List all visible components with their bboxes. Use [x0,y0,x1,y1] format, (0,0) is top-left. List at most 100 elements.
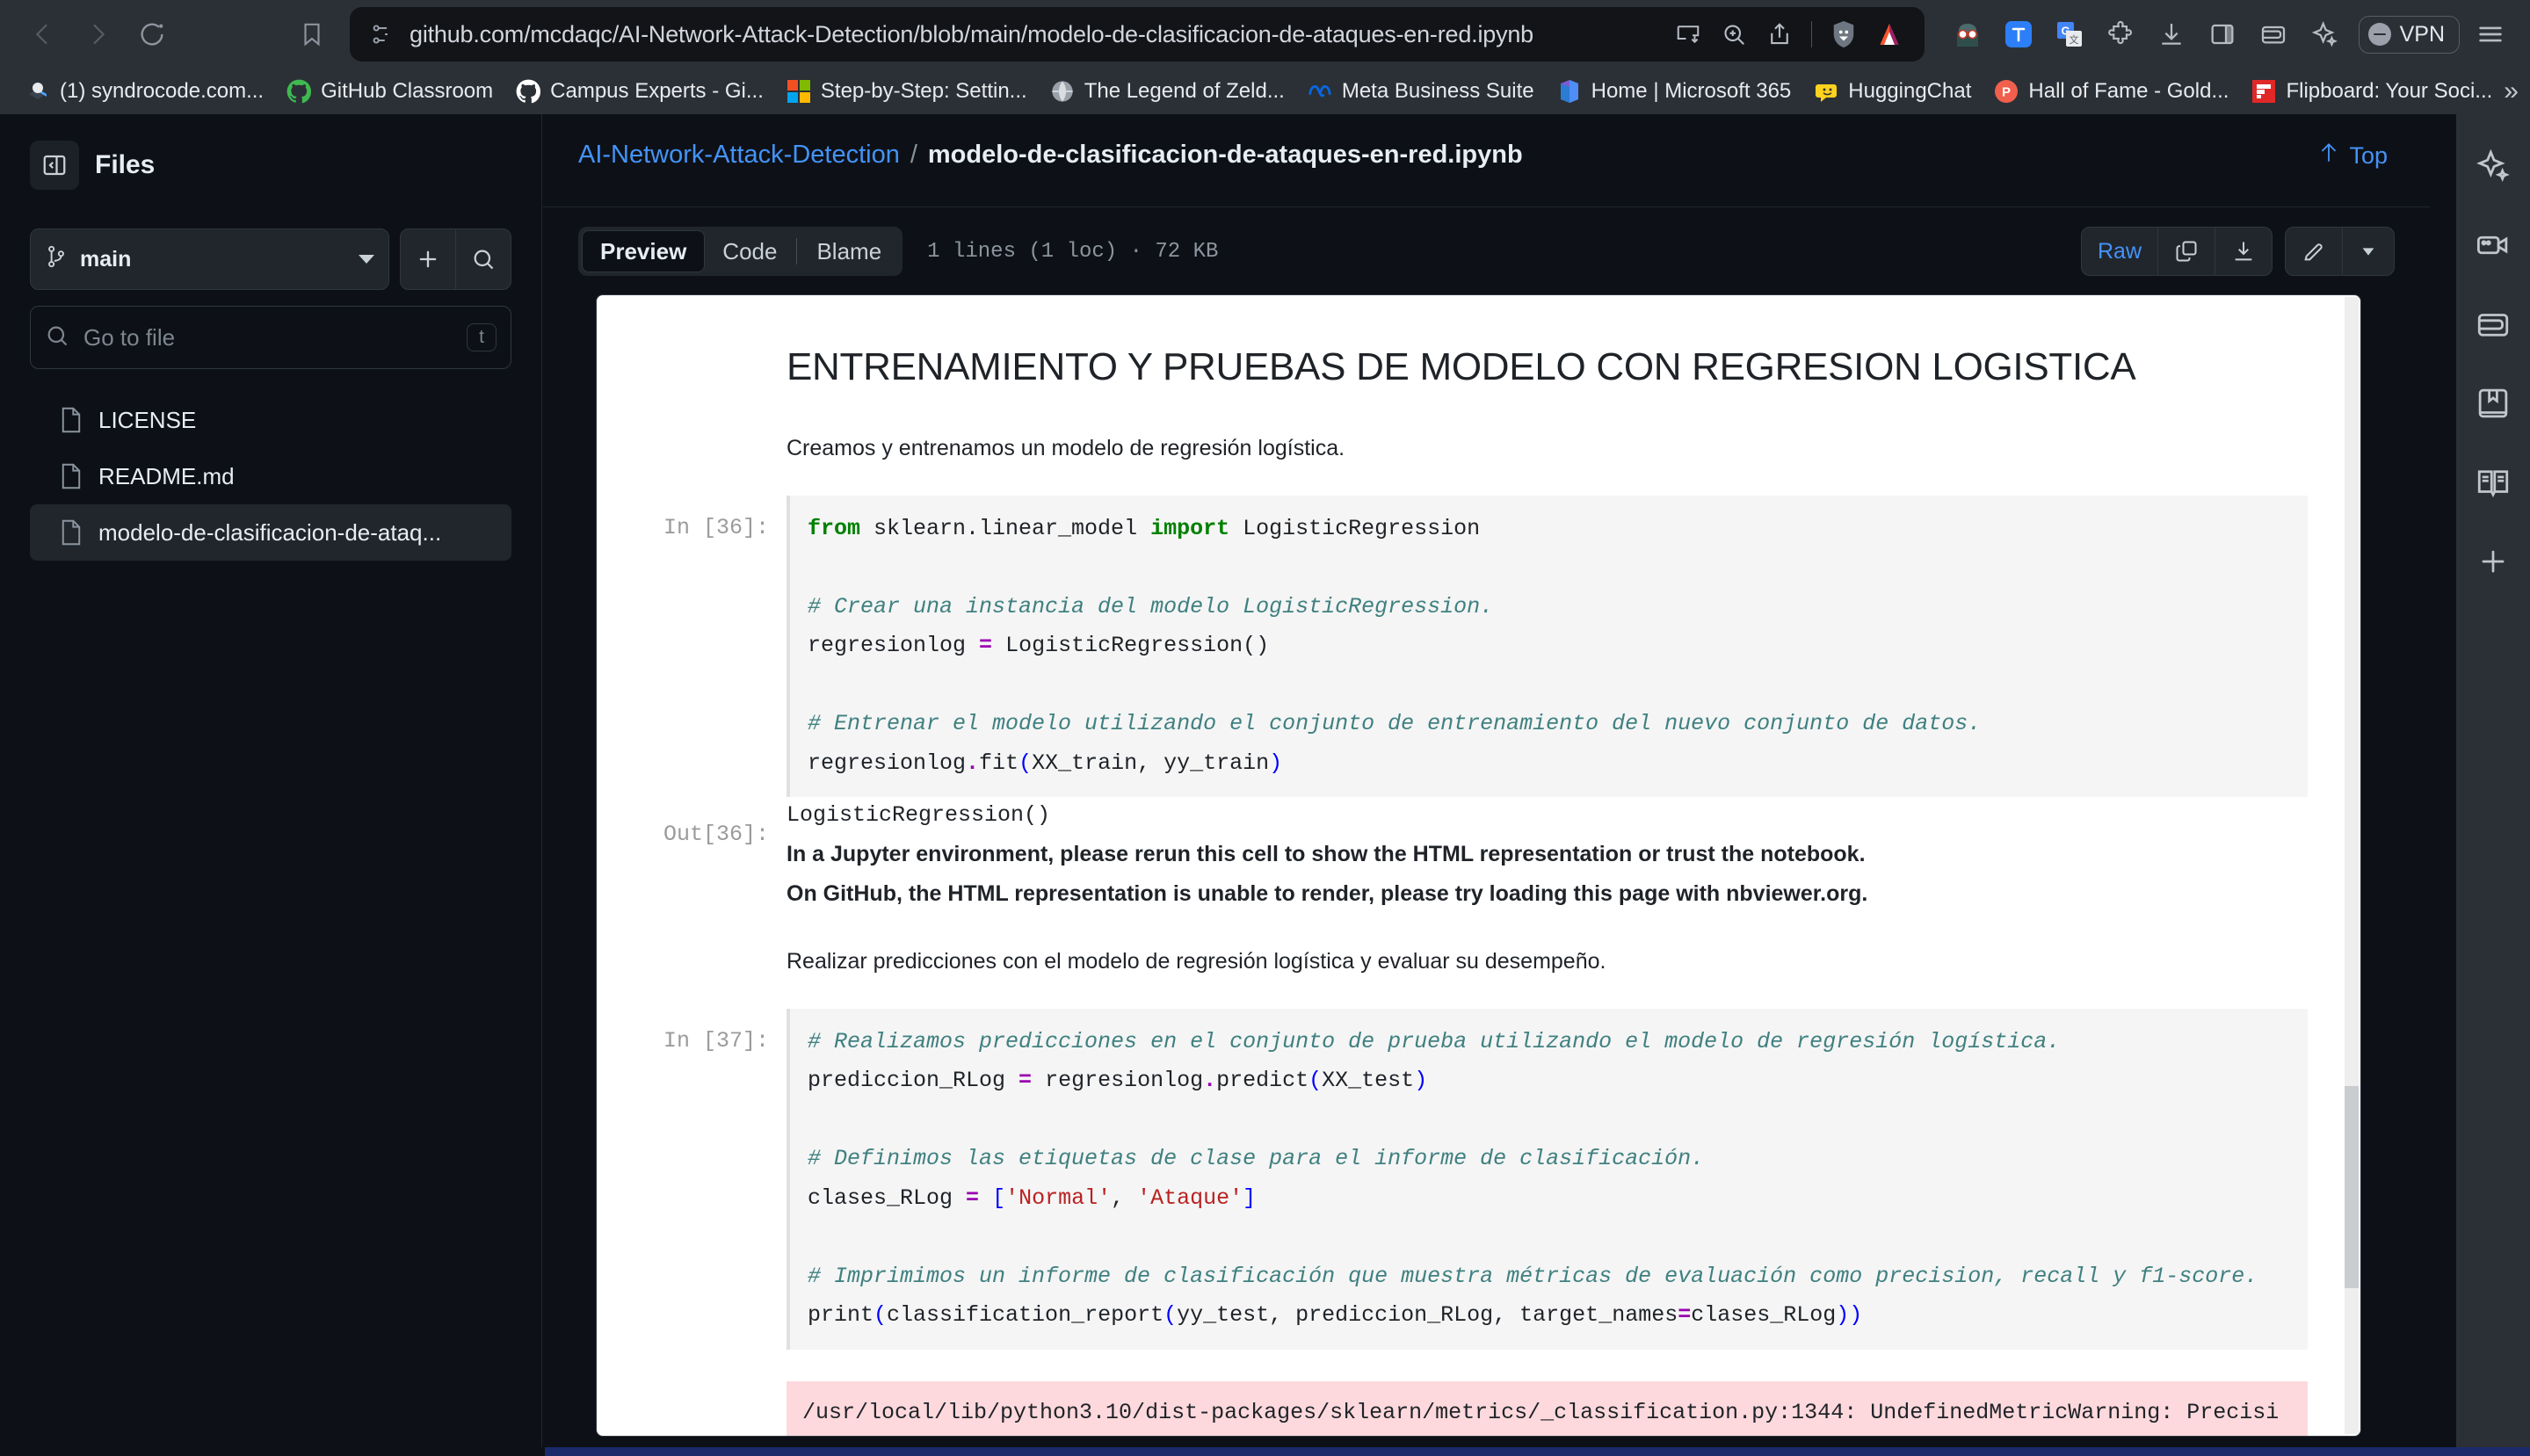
wallet-icon[interactable] [2250,11,2297,58]
site-info-icon[interactable] [369,22,394,47]
meta-icon [1308,79,1332,104]
markdown-cell-2: Realizar predicciones con el modelo de r… [787,949,1606,974]
search-shortcut-badge: t [467,323,497,351]
back-button[interactable] [16,7,70,62]
leo-ai-icon[interactable] [2471,144,2515,188]
file-search-box[interactable]: t [30,306,511,369]
sidebar-toggle-icon[interactable] [2199,11,2246,58]
branch-selector[interactable]: main [30,228,389,290]
raw-button[interactable]: Raw [2082,228,2157,275]
branch-row: main [30,228,511,290]
bookmark-item[interactable]: Campus Experts - Gi... [504,75,775,108]
download-raw-button[interactable] [2215,228,2272,275]
reading-list-icon[interactable] [2471,460,2515,504]
file-icon [60,407,83,433]
bookmark-label: HuggingChat [1848,79,1972,103]
bookmark-item[interactable]: Meta Business Suite [1296,75,1546,108]
breadcrumb-separator: / [910,141,917,169]
browser-menu-icon[interactable] [2467,11,2514,58]
google-translate-icon[interactable]: G 文 [2046,11,2093,58]
branch-icon [45,244,68,275]
bookmark-label: Campus Experts - Gi... [550,79,764,103]
bookmarks-overflow-button[interactable]: » [2504,76,2526,106]
add-file-button[interactable] [401,229,455,289]
edit-group [2285,227,2395,276]
bookmark-item[interactable]: GitHub Classroom [275,75,504,108]
address-bar-text: github.com/mcdaqc/AI-Network-Attack-Dete… [410,20,1533,47]
tab-code[interactable]: Code [705,230,794,272]
chevron-down-icon [359,255,374,264]
copy-raw-button[interactable] [2158,228,2215,275]
share-icon[interactable] [1757,11,1802,57]
svg-text:P: P [2002,85,2011,100]
file-list-item[interactable]: README.md [30,448,511,504]
file-list-item[interactable]: LICENSE [30,392,511,448]
warning-output: /usr/local/lib/python3.10/dist-packages/… [787,1380,2308,1436]
tab-blame[interactable]: Blame [799,230,899,272]
raw-copy-download-group: Raw [2080,227,2273,276]
cast-icon[interactable] [1665,11,1711,57]
edit-more-options-button[interactable] [2343,228,2394,275]
files-sidebar-title: Files [95,150,156,179]
search-input[interactable] [83,323,453,351]
toolbar-divider [1810,21,1812,47]
syndrocode-icon [25,79,50,104]
browser-nav-toolbar: github.com/mcdaqc/AI-Network-Attack-Dete… [0,0,2530,69]
branch-actions [400,228,511,290]
zoom-icon[interactable] [1711,11,1757,57]
file-name: modelo-de-clasificacion-de-ataq... [98,518,442,546]
vpn-button[interactable]: VPN [2358,15,2460,54]
notebook-title: ENTRENAMIENTO Y PRUEBAS DE MODELO CON RE… [787,345,2136,388]
bookmark-star-icon[interactable] [285,7,339,62]
bookmark-item[interactable]: Flipboard: Your Soci... [2240,75,2504,108]
markdown-cell-1: Creamos y entrenamos un modelo de regres… [787,436,1345,461]
scroll-to-top-link[interactable]: Top [2317,141,2388,171]
bookmark-label: Step-by-Step: Settin... [820,79,1027,103]
brave-shields-icon[interactable] [1821,11,1867,57]
file-list-item-active[interactable]: modelo-de-clasificacion-de-ataq... [30,504,511,561]
bookmark-item[interactable]: (1) syndrocode.com... [14,75,275,108]
code-cell-2-source[interactable]: # Realizamos predicciones en el conjunto… [787,1008,2308,1350]
puzzle-icon[interactable] [2097,11,2144,58]
reload-button[interactable] [125,7,179,62]
bookmark-item[interactable]: HuggingChat [1802,75,1983,108]
address-bar[interactable]: github.com/mcdaqc/AI-Network-Attack-Dete… [350,7,1925,62]
notebook-scrollbar-thumb[interactable] [2345,1086,2359,1288]
breadcrumb: AI-Network-Attack-Detection / modelo-de-… [578,141,2395,170]
svg-text:文: 文 [2069,33,2078,46]
file-content-column: AI-Network-Attack-Detection / modelo-de-… [543,114,2430,1456]
file-icon [60,463,83,489]
output-github-note: On GitHub, the HTML representation is un… [787,881,1868,907]
wallet-icon[interactable] [2471,302,2515,346]
flipboard-icon [2251,79,2276,104]
tab-preview[interactable]: Preview [582,230,706,272]
forward-button[interactable] [70,7,125,62]
search-repo-button[interactable] [456,229,511,289]
brave-rewards-icon[interactable] [1867,11,1912,57]
arrow-up-icon [2317,141,2340,171]
notebook-preview: ENTRENAMIENTO Y PRUEBAS DE MODELO CON RE… [596,294,2361,1437]
add-icon[interactable] [2471,540,2515,583]
bookmark-item[interactable]: P Hall of Fame - Gold... [1983,75,2240,108]
bookmark-item[interactable]: Home | Microsoft 365 [1546,75,1803,108]
header-divider [543,206,2430,207]
brave-talk-icon[interactable] [2471,223,2515,267]
bookmark-label: Home | Microsoft 365 [1591,79,1792,103]
downloads-icon[interactable] [2148,11,2195,58]
text-extension-icon[interactable] [1995,11,2042,58]
cell-prompt-in-36: In [36]: [663,514,769,540]
file-meta-text: 1 lines (1 loc) · 72 KB [927,239,1219,264]
extension-avatar-icon[interactable] [1944,11,1991,58]
sidebar-collapse-icon[interactable] [30,141,79,190]
github-green-icon [286,79,312,104]
breadcrumb-repo-link[interactable]: AI-Network-Attack-Detection [578,141,900,170]
file-name: README.md [98,462,235,489]
code-cell-1-source[interactable]: from sklearn.linear_model import Logisti… [787,495,2308,798]
bookmarks-icon[interactable] [2471,381,2515,425]
edit-file-button[interactable] [2286,228,2342,275]
leo-ai-icon[interactable] [2301,11,2348,58]
bookmark-item[interactable]: The Legend of Zeld... [1039,75,1296,108]
microsoft-icon [787,79,811,104]
browser-toolbar-right: G 文 VPN [1944,11,2514,58]
bookmark-item[interactable]: Step-by-Step: Settin... [775,75,1039,108]
